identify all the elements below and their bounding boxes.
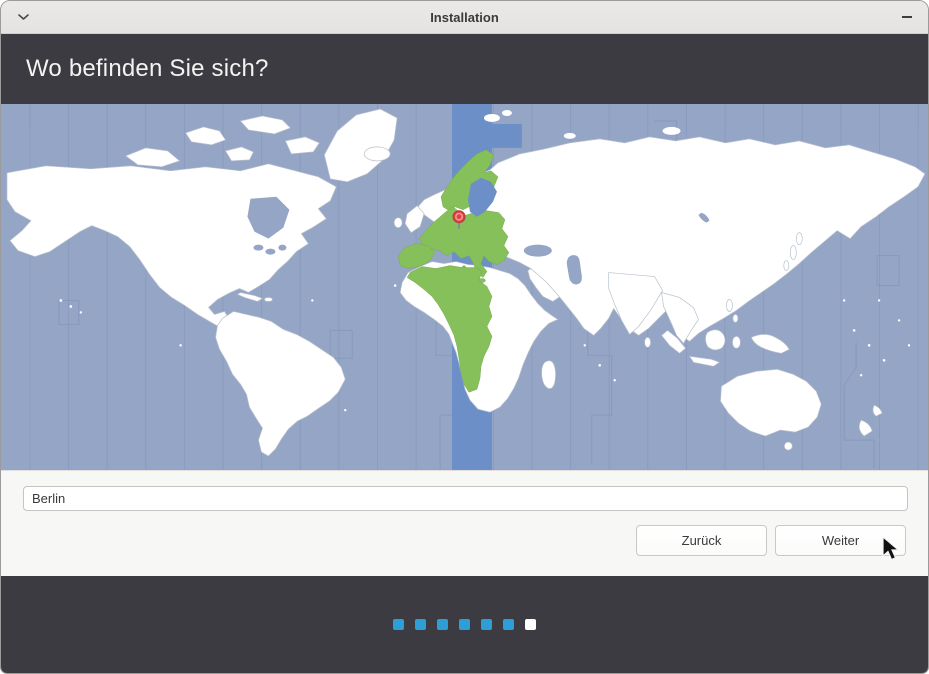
progress-step-done: [393, 619, 404, 630]
page-header: Wo befinden Sie sich?: [1, 34, 928, 104]
controls-panel: Zurück Weiter: [1, 470, 928, 576]
progress-step-done: [503, 619, 514, 630]
next-button[interactable]: Weiter: [775, 525, 906, 556]
back-button[interactable]: Zurück: [636, 525, 767, 556]
progress-step-done: [437, 619, 448, 630]
progress-step-current: [525, 619, 536, 630]
location-input[interactable]: [23, 486, 908, 511]
progress-step-done: [459, 619, 470, 630]
timezone-map[interactable]: [1, 104, 928, 470]
progress-step-done: [481, 619, 492, 630]
progress-bar: [1, 576, 928, 673]
minimize-icon: [902, 16, 912, 18]
installer-window: Installation Wo befinden Sie sich?: [0, 0, 929, 674]
progress-step-done: [415, 619, 426, 630]
titlebar[interactable]: Installation: [1, 1, 928, 34]
page-title: Wo befinden Sie sich?: [26, 55, 269, 83]
world-map-svg: [1, 104, 928, 470]
minimize-button[interactable]: [902, 1, 912, 33]
window-title: Installation: [1, 1, 928, 33]
button-row: Zurück Weiter: [1, 525, 906, 556]
